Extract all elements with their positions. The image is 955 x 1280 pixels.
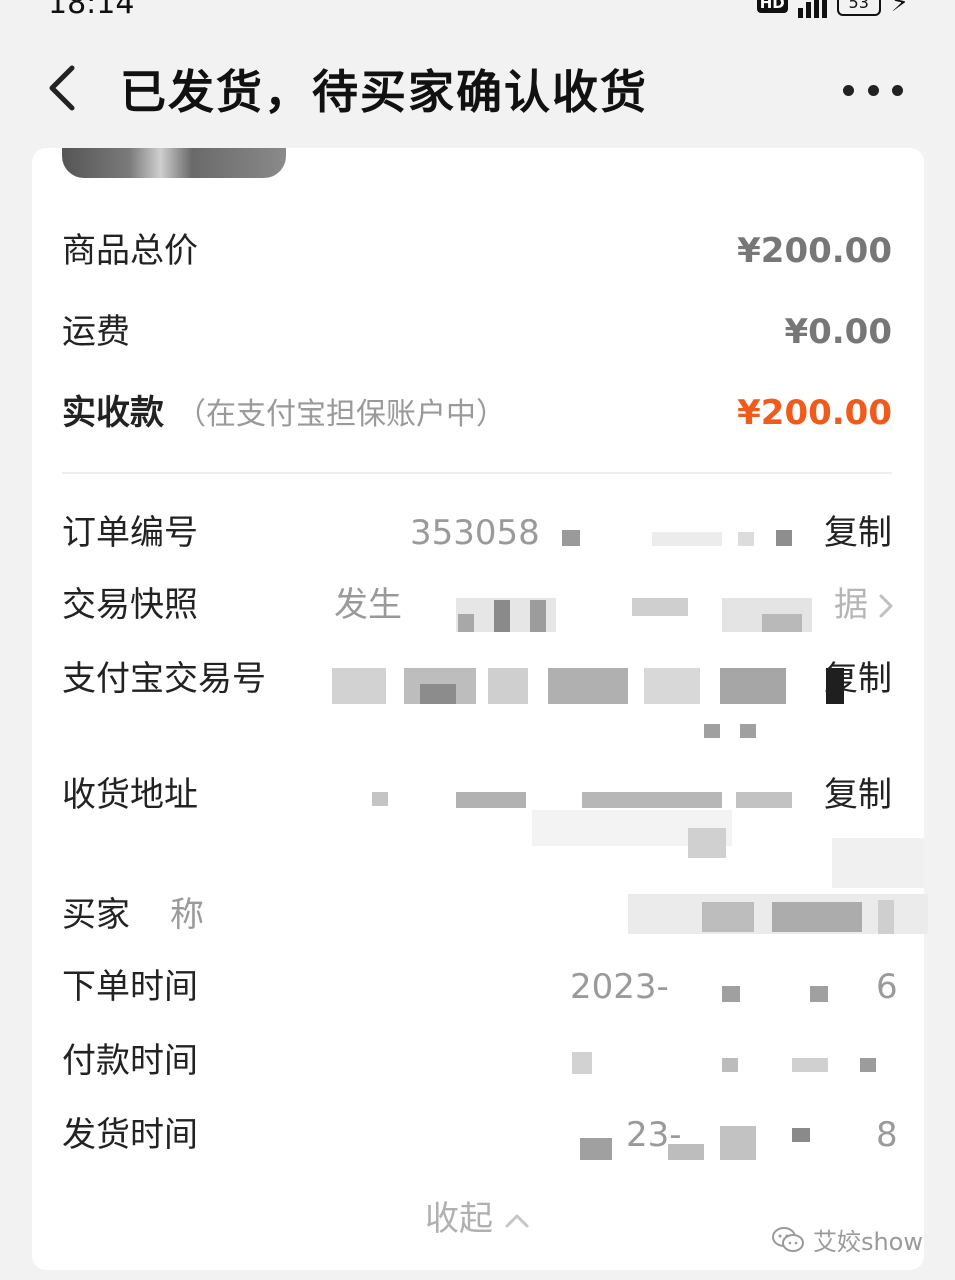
buyer-label-tail: 称 [170, 895, 204, 935]
goods-total-label: 商品总价 [62, 231, 198, 271]
product-thumbnail[interactable] [62, 148, 286, 178]
shipping-row: 运费 ¥0.00 [62, 307, 892, 357]
pay-time-row: 付款时间 [62, 1036, 892, 1086]
more-dot [867, 84, 879, 96]
shipping-label: 运费 [62, 312, 130, 352]
received-label-group: 实收款 （在支付宝担保账户中） [62, 388, 506, 440]
more-dot [892, 84, 903, 96]
snapshot-value: 发生 [334, 585, 402, 625]
status-time: 18:14 [48, 0, 135, 21]
address-label: 收货地址 [62, 775, 198, 815]
received-label: 实收款 [62, 393, 164, 433]
snapshot-label: 交易快照 [62, 585, 198, 625]
alipay-trade-no-label: 支付宝交易号 [62, 659, 266, 699]
status-bar: 18:14 HD 53 ⚡ [0, 0, 955, 28]
copy-address-button[interactable]: 复制 [824, 770, 892, 820]
charging-icon: ⚡ [890, 0, 909, 18]
shipping-value: ¥0.00 [784, 312, 892, 352]
watermark-text: 艾姣show [812, 1228, 923, 1256]
nav-bar: 已发货，待买家确认收货 [0, 44, 955, 134]
back-button[interactable] [40, 58, 90, 118]
wechat-icon [771, 1226, 804, 1252]
pay-time-label: 付款时间 [62, 1041, 198, 1081]
received-value: ¥200.00 [737, 393, 892, 433]
buyer-label-group: 买家称 [62, 890, 204, 940]
order-time-label: 下单时间 [62, 967, 198, 1007]
more-dot [843, 84, 854, 96]
order-no-row: 订单编号 353058 复制 [62, 508, 892, 558]
order-time-tail: 6 [876, 967, 898, 1007]
signal-icon [797, 0, 827, 18]
chevron-up-icon [505, 1214, 529, 1227]
ship-time-label: 发货时间 [62, 1115, 198, 1155]
goods-total-row: 商品总价 ¥200.00 [62, 226, 892, 276]
order-time-row: 下单时间 2023- 6 [62, 962, 898, 1012]
chevron-right-icon [879, 594, 893, 618]
buyer-label: 买家 [62, 895, 130, 935]
copy-order-no-button[interactable]: 复制 [824, 508, 892, 558]
order-time-value: 2023- [570, 967, 669, 1007]
ship-time-row: 发货时间 23- 8 [62, 1110, 898, 1160]
watermark: 艾姣show [771, 1222, 923, 1257]
received-note: （在支付宝担保账户中） [176, 397, 506, 432]
received-row: 实收款 （在支付宝担保账户中） ¥200.00 [62, 388, 892, 438]
more-button[interactable] [843, 80, 903, 100]
hd-badge: HD [756, 0, 788, 13]
snapshot-tail: 据 [834, 585, 868, 625]
collapse-label: 收起 [425, 1199, 493, 1239]
battery-icon: 53 [836, 0, 881, 16]
order-no-value: 353058 [410, 513, 540, 553]
goods-total-value: ¥200.00 [737, 231, 892, 271]
page-title: 已发货，待买家确认收货 [120, 65, 648, 119]
order-no-label: 订单编号 [62, 513, 198, 553]
chevron-left-icon [49, 65, 75, 111]
divider [62, 472, 892, 474]
order-detail-card: 商品总价 ¥200.00 运费 ¥0.00 实收款 （在支付宝担保账户中） ¥20… [32, 148, 928, 1270]
status-icons: HD 53 ⚡ [756, 0, 909, 18]
ship-time-tail: 8 [876, 1115, 898, 1155]
